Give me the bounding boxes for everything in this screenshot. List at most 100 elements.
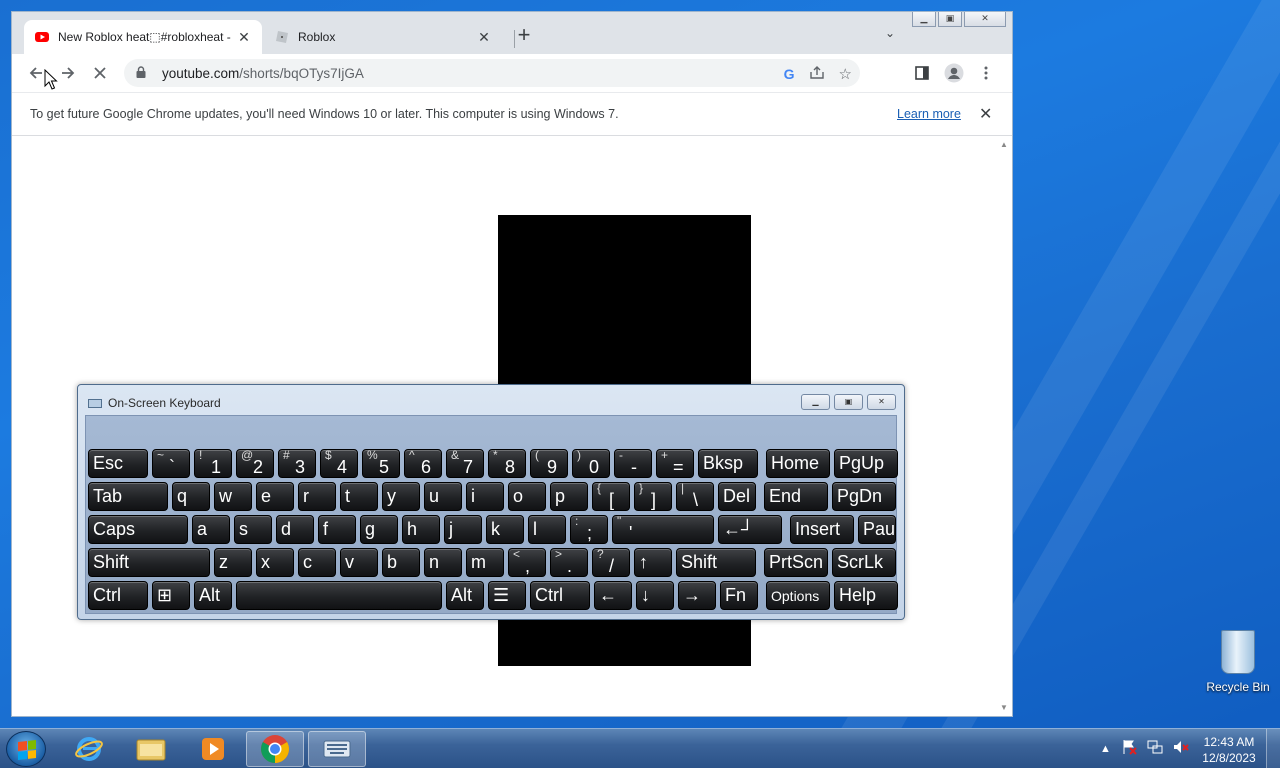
osk-icon[interactable] <box>308 731 366 767</box>
key-insert[interactable]: Insert <box>790 515 854 544</box>
key-scrlk[interactable]: ScrLk <box>832 548 896 577</box>
key-symbol[interactable]: }] <box>634 482 672 511</box>
key-symbol[interactable]: " ' <box>612 515 714 544</box>
show-desktop-button[interactable] <box>1266 729 1280 768</box>
maximize-icon[interactable]: ▣ <box>938 12 962 27</box>
key-9[interactable]: (9 <box>530 449 568 478</box>
key-3[interactable]: #3 <box>278 449 316 478</box>
key-n[interactable]: n <box>424 548 462 577</box>
bookmark-star-icon[interactable]: ☆ <box>839 65 852 83</box>
minimize-icon[interactable]: ▁ <box>912 12 936 27</box>
key-f[interactable]: f <box>318 515 356 544</box>
osk-close-icon[interactable]: ✕ <box>867 394 896 410</box>
key-b[interactable]: b <box>382 548 420 577</box>
close-tab-icon[interactable]: ✕ <box>236 29 252 46</box>
key-d[interactable]: d <box>276 515 314 544</box>
clock[interactable]: 12:43 AM 12/8/2023 <box>1198 734 1260 766</box>
key-symbol[interactable]: ↑ <box>634 548 672 577</box>
key-symbol[interactable]: :; <box>570 515 608 544</box>
key-2[interactable]: @2 <box>236 449 274 478</box>
key-symbol[interactable]: | \ <box>676 482 714 511</box>
tab-search-icon[interactable]: ⌄ <box>885 26 895 40</box>
key-del[interactable]: Del <box>718 482 756 511</box>
key-q[interactable]: q <box>172 482 210 511</box>
scroll-down-icon[interactable]: ▼ <box>1000 703 1008 712</box>
key-m[interactable]: m <box>466 548 504 577</box>
osk-maximize-icon[interactable]: ▣ <box>834 394 863 410</box>
side-panel-icon[interactable] <box>912 63 932 83</box>
key-i[interactable]: i <box>466 482 504 511</box>
key-4[interactable]: $4 <box>320 449 358 478</box>
media-player-icon[interactable] <box>184 731 242 767</box>
address-bar[interactable]: youtube.com/shorts/bqOTys7IjGA G ☆ <box>124 59 860 87</box>
volume-muted-icon[interactable] <box>1173 739 1189 758</box>
key-end[interactable]: End <box>764 482 828 511</box>
key-space[interactable] <box>236 581 442 610</box>
scrollbar[interactable]: ▲ ▼ <box>997 136 1012 716</box>
show-hidden-icons-icon[interactable]: ▲ <box>1100 743 1111 755</box>
infobar-close-icon[interactable]: ✕ <box>979 104 992 124</box>
key-1[interactable]: ! 1 <box>194 449 232 478</box>
key-home[interactable]: Home <box>766 449 830 478</box>
key-symbol[interactable]: ? / <box>592 548 630 577</box>
key-ctrl[interactable]: Ctrl <box>530 581 590 610</box>
key-k[interactable]: k <box>486 515 524 544</box>
key-c[interactable]: c <box>298 548 336 577</box>
key-y[interactable]: y <box>382 482 420 511</box>
key-pgdn[interactable]: PgDn <box>832 482 896 511</box>
key-7[interactable]: & 7 <box>446 449 484 478</box>
key-symbol[interactable]: {[ <box>592 482 630 511</box>
key-shift[interactable]: Shift <box>676 548 756 577</box>
tab-roblox[interactable]: Roblox ✕ <box>264 20 502 54</box>
key-w[interactable]: w <box>214 482 252 511</box>
key-o[interactable]: o <box>508 482 546 511</box>
ie-icon[interactable] <box>60 731 118 767</box>
key-symbol[interactable]: -- <box>614 449 652 478</box>
tab-youtube[interactable]: New Roblox heat⬚#robloxheat - ✕ <box>24 20 262 54</box>
key-esc[interactable]: Esc <box>88 449 148 478</box>
key-prtscn[interactable]: PrtScn <box>764 548 828 577</box>
key-0[interactable]: ) 0 <box>572 449 610 478</box>
key-j[interactable]: j <box>444 515 482 544</box>
learn-more-link[interactable]: Learn more <box>897 107 961 121</box>
key-p[interactable]: p <box>550 482 588 511</box>
close-window-icon[interactable]: ✕ <box>964 12 1006 27</box>
key-shift[interactable]: Shift <box>88 548 210 577</box>
key-symbol[interactable]: ☰ <box>488 581 526 610</box>
network-icon[interactable] <box>1147 739 1163 758</box>
key-pgup[interactable]: PgUp <box>834 449 898 478</box>
key-help[interactable]: Help <box>834 581 898 610</box>
key-options[interactable]: Options <box>766 581 830 610</box>
osk-minimize-icon[interactable]: ▁ <box>801 394 830 410</box>
key-bksp[interactable]: Bksp <box>698 449 758 478</box>
stop-loading-icon[interactable] <box>86 59 114 87</box>
key-symbol[interactable]: ↓ <box>636 581 674 610</box>
google-lens-icon[interactable]: G <box>784 66 795 82</box>
action-center-icon[interactable] <box>1121 739 1137 758</box>
key-s[interactable]: s <box>234 515 272 544</box>
key-alt[interactable]: Alt <box>446 581 484 610</box>
key-u[interactable]: u <box>424 482 462 511</box>
key-alt[interactable]: Alt <box>194 581 232 610</box>
key-symbol[interactable]: <, <box>508 548 546 577</box>
chrome-icon[interactable] <box>246 731 304 767</box>
key-symbol[interactable]: ←┘ <box>718 515 782 544</box>
key-h[interactable]: h <box>402 515 440 544</box>
key-8[interactable]: * 8 <box>488 449 526 478</box>
key-z[interactable]: z <box>214 548 252 577</box>
key-e[interactable]: e <box>256 482 294 511</box>
key-symbol[interactable]: ⊞ <box>152 581 190 610</box>
start-button[interactable] <box>6 731 46 767</box>
key-v[interactable]: v <box>340 548 378 577</box>
menu-kebab-icon[interactable] <box>976 63 996 83</box>
key-symbol[interactable]: ← <box>594 581 632 610</box>
scroll-up-icon[interactable]: ▲ <box>1000 140 1008 149</box>
key-5[interactable]: % 5 <box>362 449 400 478</box>
key-6[interactable]: ^ 6 <box>404 449 442 478</box>
close-tab-icon[interactable]: ✕ <box>476 29 492 46</box>
key-x[interactable]: x <box>256 548 294 577</box>
key-a[interactable]: a <box>192 515 230 544</box>
key-symbol[interactable]: + = <box>656 449 694 478</box>
recycle-bin[interactable]: Recycle Bin <box>1204 630 1272 694</box>
key-t[interactable]: t <box>340 482 378 511</box>
